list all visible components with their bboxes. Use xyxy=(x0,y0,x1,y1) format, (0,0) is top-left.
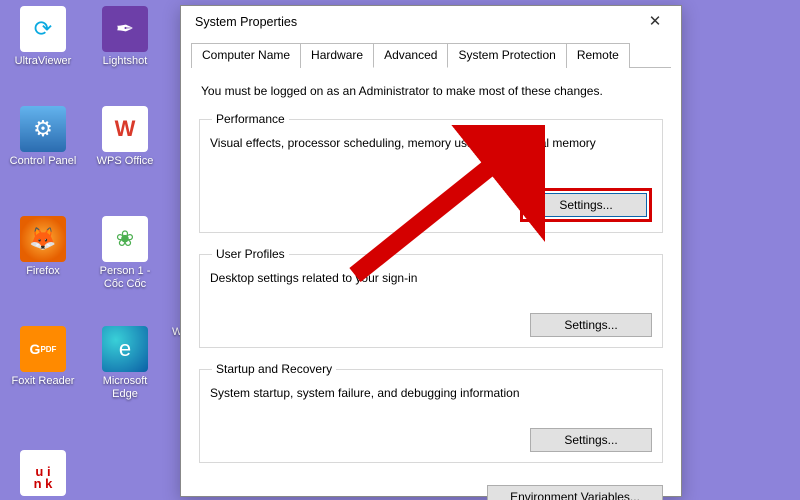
icon-label: UltraViewer xyxy=(8,55,78,68)
desktop-icon-coccoc[interactable]: ❀ Person 1 - Cốc Cốc xyxy=(90,216,160,291)
admin-notice: You must be logged on as an Administrato… xyxy=(201,84,661,98)
icon-label: Lightshot xyxy=(90,55,160,68)
desktop-icon-foxit[interactable]: GPDF Foxit Reader xyxy=(8,326,78,388)
desktop-icon-wps[interactable]: W WPS Office xyxy=(90,106,160,168)
desktop-icon-firefox[interactable]: 🦊 Firefox xyxy=(8,216,78,278)
startup-settings-button[interactable]: Settings... xyxy=(530,428,652,452)
icon-label: WPS Office xyxy=(90,155,160,168)
tab-computer-name[interactable]: Computer Name xyxy=(191,43,301,68)
close-icon: ✕ xyxy=(649,13,662,30)
group-user-profiles: User Profiles Desktop settings related t… xyxy=(199,247,663,348)
icon-label: Firefox xyxy=(8,265,78,278)
group-desc: System startup, system failure, and debu… xyxy=(210,386,652,400)
group-legend: Startup and Recovery xyxy=(212,362,336,376)
tab-advanced[interactable]: Advanced xyxy=(373,43,448,68)
desktop-icon-edge[interactable]: e Microsoft Edge xyxy=(90,326,160,401)
tab-panel-advanced: You must be logged on as an Administrato… xyxy=(181,68,681,483)
group-legend: Performance xyxy=(212,112,289,126)
desktop-icon-lightshot[interactable]: ✒ Lightshot xyxy=(90,6,160,68)
group-startup-recovery: Startup and Recovery System startup, sys… xyxy=(199,362,663,463)
group-desc: Desktop settings related to your sign-in xyxy=(210,271,652,285)
close-button[interactable]: ✕ xyxy=(633,8,677,36)
group-performance: Performance Visual effects, processor sc… xyxy=(199,112,663,233)
desktop-icon-unikey[interactable]: u in k xyxy=(8,450,78,499)
icon-label: Microsoft Edge xyxy=(90,375,160,401)
performance-settings-button[interactable]: Settings... xyxy=(525,193,647,217)
group-desc: Visual effects, processor scheduling, me… xyxy=(210,136,652,150)
user-profiles-settings-button[interactable]: Settings... xyxy=(530,313,652,337)
system-properties-window: System Properties ✕ Computer Name Hardwa… xyxy=(180,5,682,497)
icon-label: Person 1 - Cốc Cốc xyxy=(90,265,160,291)
tab-system-protection[interactable]: System Protection xyxy=(447,43,566,68)
window-title: System Properties xyxy=(195,15,633,29)
highlight-box: Settings... xyxy=(520,188,652,222)
titlebar: System Properties ✕ xyxy=(181,6,681,38)
desktop-icon-ultraviewer[interactable]: ⟳ UltraViewer xyxy=(8,6,78,68)
icon-label: Foxit Reader xyxy=(8,375,78,388)
environment-variables-button[interactable]: Environment Variables... xyxy=(487,485,663,500)
desktop: ⟳ UltraViewer ⚙ Control Panel 🦊 Firefox … xyxy=(0,0,800,500)
tab-hardware[interactable]: Hardware xyxy=(300,43,374,68)
tab-strip: Computer Name Hardware Advanced System P… xyxy=(191,42,671,67)
icon-label: Control Panel xyxy=(8,155,78,168)
desktop-icon-control-panel[interactable]: ⚙ Control Panel xyxy=(8,106,78,168)
group-legend: User Profiles xyxy=(212,247,289,261)
tab-remote[interactable]: Remote xyxy=(566,43,630,68)
